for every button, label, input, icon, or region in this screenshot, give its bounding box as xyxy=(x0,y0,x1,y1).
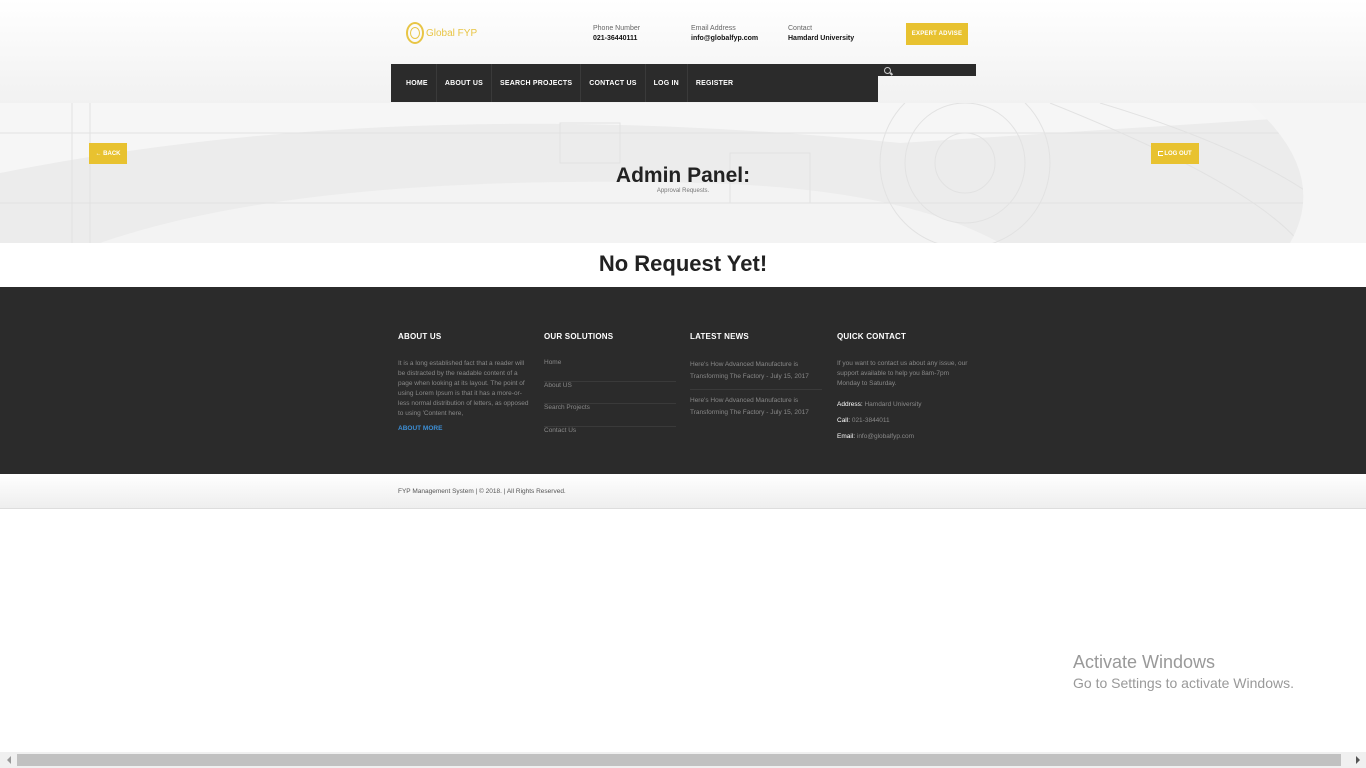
address-label: Address: xyxy=(837,401,863,408)
contact-info: Contact Hamdard University xyxy=(788,24,854,44)
empty-state-message: No Request Yet! xyxy=(598,251,768,276)
copyright-bar: FYP Management System | © 2018. | All Ri… xyxy=(0,474,1366,509)
footer-news-column: LATEST NEWS Here's How Advanced Manufact… xyxy=(690,332,822,430)
site-footer: ABOUT US It is a long established fact t… xyxy=(0,287,1366,474)
quick-address: Address: Hamdard University xyxy=(837,401,969,408)
footer-link-home[interactable]: Home xyxy=(544,359,676,382)
logo-text: Global FYP xyxy=(426,27,478,39)
footer-solutions-heading: OUR SOLUTIONS xyxy=(544,332,614,341)
watermark-subtitle: Go to Settings to activate Windows. xyxy=(1073,675,1294,691)
address-value: Hamdard University xyxy=(864,401,922,408)
scroll-thumb[interactable] xyxy=(17,754,1341,766)
call-value: 021-3844011 xyxy=(851,417,890,424)
footer-about-text: It is a long established fact that a rea… xyxy=(398,360,529,417)
nav-search-projects[interactable]: SEARCH PROJECTS xyxy=(492,64,582,102)
footer-news-heading: LATEST NEWS xyxy=(690,332,749,341)
expert-advise-button[interactable]: EXPERT ADVISE xyxy=(906,23,968,45)
footer-link-contact-us[interactable]: Contact Us xyxy=(544,427,676,450)
footer-quick-heading: QUICK CONTACT xyxy=(837,332,907,341)
news-item[interactable]: Here's How Advanced Manufacture is Trans… xyxy=(690,395,822,425)
email-label: Email Address xyxy=(691,25,736,32)
phone-info: Phone Number 021-36440111 xyxy=(593,24,640,44)
nav-home[interactable]: HOME xyxy=(398,64,437,102)
nav-contact-us[interactable]: CONTACT US xyxy=(581,64,646,102)
main-nav: HOME ABOUT US SEARCH PROJECTS CONTACT US… xyxy=(391,64,878,102)
contact-label: Contact xyxy=(788,25,813,32)
logout-icon xyxy=(1158,151,1164,156)
logo-icon xyxy=(406,22,424,44)
footer-about-column: ABOUT US It is a long established fact t… xyxy=(398,332,530,432)
page-title: Admin Panel: xyxy=(615,164,751,187)
footer-about-heading: ABOUT US xyxy=(398,332,442,341)
nav-register[interactable]: REGISTER xyxy=(688,64,741,102)
watermark-title: Activate Windows xyxy=(1073,652,1216,672)
footer-link-search-projects[interactable]: Search Projects xyxy=(544,404,676,427)
nav-about-us[interactable]: ABOUT US xyxy=(437,64,492,102)
footer-link-about-us[interactable]: About US xyxy=(544,382,676,404)
search-icon[interactable] xyxy=(884,66,891,74)
footer-solutions-column: OUR SOLUTIONS Home About US Search Proje… xyxy=(544,332,676,449)
footer-quick-contact-column: QUICK CONTACT If you want to contact us … xyxy=(837,332,969,449)
about-more-link[interactable]: ABOUT MORE xyxy=(398,425,530,432)
horizontal-scrollbar[interactable] xyxy=(0,752,1366,768)
email-info: Email Address info@globalfyp.com xyxy=(691,24,758,44)
quick-contact-text: If you want to contact us about any issu… xyxy=(837,360,968,387)
scroll-right-arrow-icon[interactable] xyxy=(1349,752,1366,768)
nav-log-in[interactable]: LOG IN xyxy=(646,64,688,102)
copyright-text: FYP Management System | © 2018. | All Ri… xyxy=(398,488,566,495)
news-item[interactable]: Here's How Advanced Manufacture is Trans… xyxy=(690,359,822,390)
logo[interactable]: Global FYP xyxy=(406,22,477,44)
page-subtitle: Approval Requests. xyxy=(656,188,710,194)
back-button[interactable]: ← BACK xyxy=(89,143,127,164)
email-value[interactable]: info@globalfyp.com xyxy=(691,33,758,44)
quick-call: Call: 021-3844011 xyxy=(837,417,969,424)
activation-watermark: Activate Windows Go to Settings to activ… xyxy=(1073,652,1294,691)
scroll-left-arrow-icon[interactable] xyxy=(0,752,17,768)
email-label: Email: xyxy=(837,433,856,440)
email-value[interactable]: info@globalfyp.com xyxy=(857,433,914,440)
call-label: Call: xyxy=(837,417,851,424)
logout-label: LOG OUT xyxy=(1164,150,1192,157)
phone-value: 021-36440111 xyxy=(593,35,638,42)
phone-label: Phone Number xyxy=(593,25,641,32)
logout-button[interactable]: LOG OUT xyxy=(1151,143,1199,164)
search-bar[interactable] xyxy=(878,64,976,76)
quick-email: Email: info@globalfyp.com xyxy=(837,433,969,440)
contact-value: Hamdard University xyxy=(788,35,855,42)
